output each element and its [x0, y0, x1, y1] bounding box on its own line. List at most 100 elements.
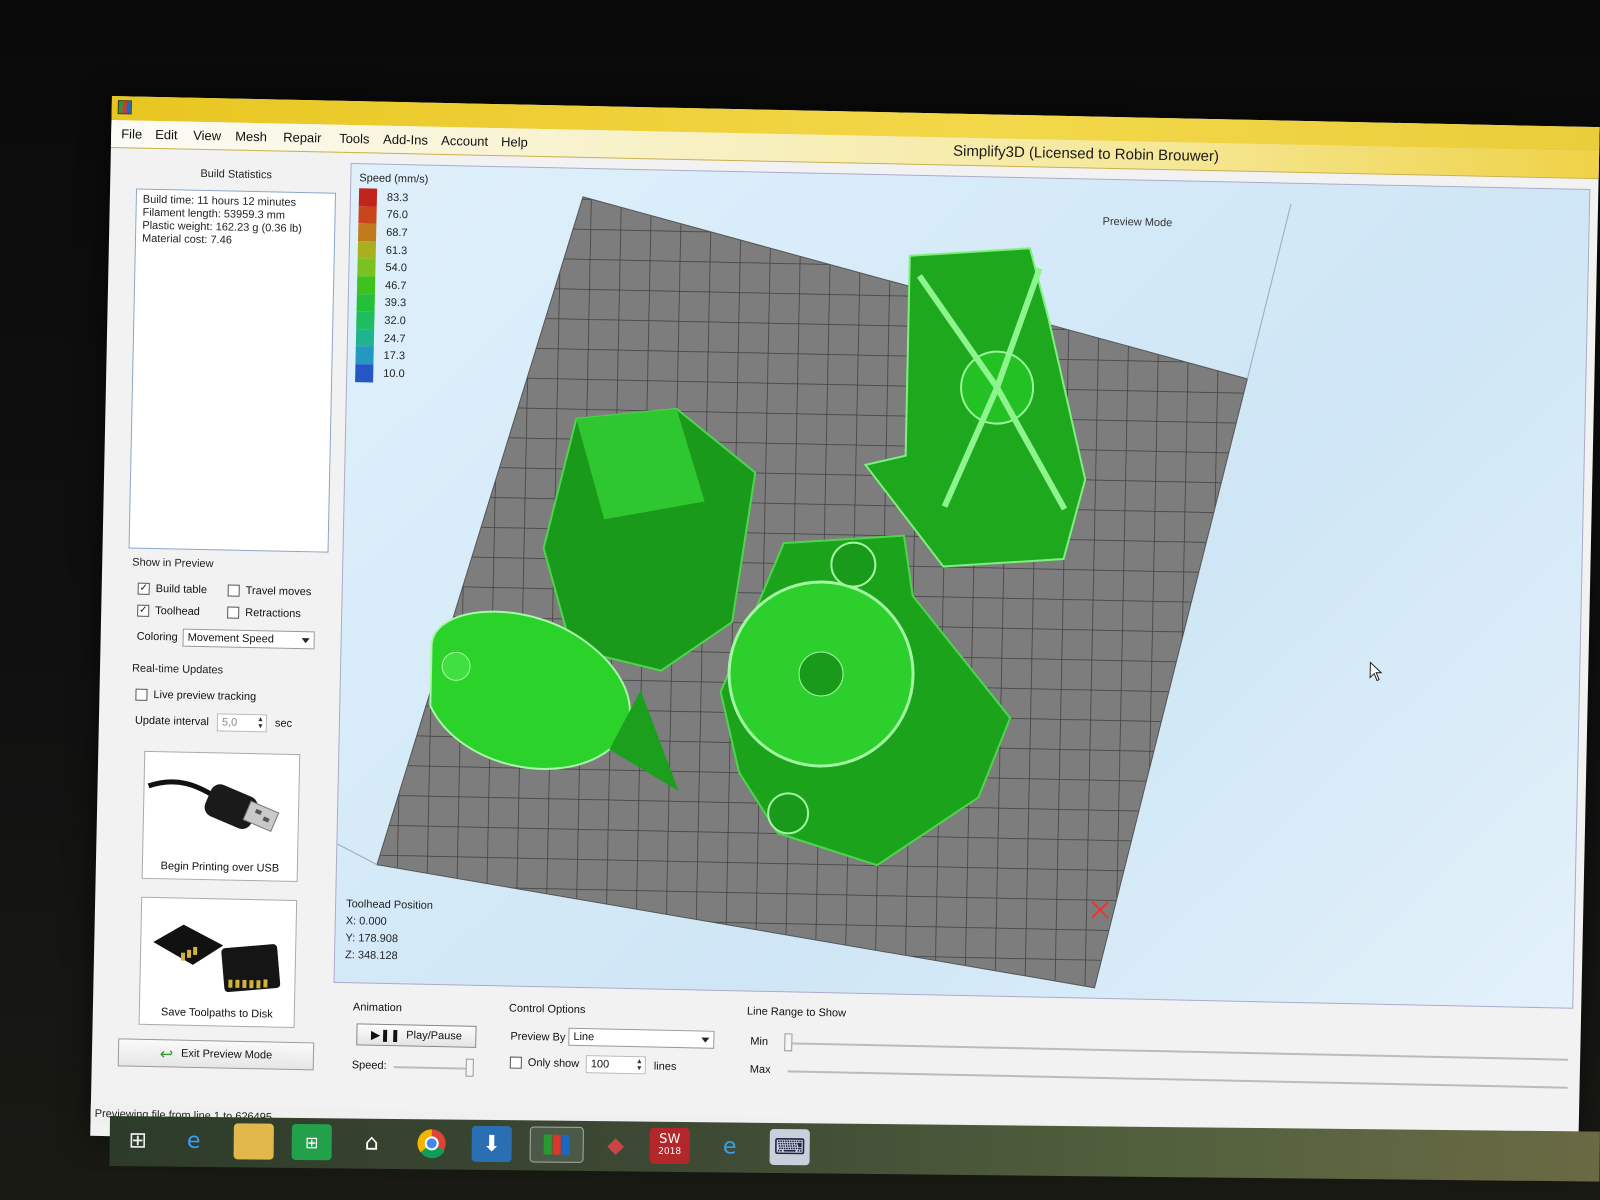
simplify3d-icon[interactable]	[529, 1126, 584, 1163]
save-toolpaths-button[interactable]: Save Toolpaths to Disk	[138, 896, 298, 1029]
preview-mode-label: Preview Mode	[1102, 215, 1173, 230]
only-show-unit: lines	[653, 1060, 677, 1074]
coloring-select[interactable]: Movement Speed	[182, 628, 315, 650]
only-show-checkbox[interactable]: Only show	[509, 1056, 580, 1070]
legend-row: 24.7	[355, 328, 425, 348]
line-range-min-label: Min	[750, 1035, 769, 1048]
solidworks-sw-text: SW	[659, 1131, 681, 1147]
menu-edit[interactable]: Edit	[155, 127, 178, 142]
line-range-max-track[interactable]	[787, 1070, 1568, 1089]
animation-title: Animation	[352, 1001, 403, 1015]
retractions-label: Retractions	[245, 606, 301, 621]
legend-value: 61.3	[385, 244, 408, 257]
legend-row: 32.0	[356, 311, 425, 330]
update-interval-value: 5,0	[221, 716, 238, 729]
play-pause-icon: ▶❚❚	[370, 1027, 401, 1043]
only-show-label: Only show	[527, 1056, 580, 1070]
legend-swatch	[357, 258, 376, 277]
x-axis-marker	[1091, 901, 1110, 919]
save-toolpaths-label: Save Toolpaths to Disk	[160, 1006, 273, 1021]
keyboard-app-icon[interactable]: ⌨	[769, 1128, 810, 1166]
checkbox-checked-icon: ✓	[137, 582, 150, 595]
update-interval-unit: sec	[274, 717, 293, 730]
preview-by-select[interactable]: Line	[568, 1027, 715, 1049]
update-interval-input[interactable]: 5,0 ▲ ▼	[216, 713, 268, 733]
speed-label: Speed:	[351, 1059, 387, 1072]
toolhead-checkbox[interactable]: ✓ Toolhead	[137, 604, 200, 618]
menu-repair[interactable]: Repair	[283, 130, 322, 146]
play-pause-button[interactable]: ▶❚❚ Play/Pause	[356, 1023, 477, 1048]
file-explorer-icon[interactable]	[233, 1123, 274, 1160]
menu-help[interactable]: Help	[501, 134, 528, 150]
sidebar: Build Statistics Build time: 11 hours 12…	[100, 152, 341, 1076]
legend-value: 10.0	[383, 367, 405, 380]
home-icon[interactable]: ⌂	[352, 1125, 392, 1161]
menu-tools[interactable]: Tools	[339, 131, 370, 147]
checkbox-unchecked-icon	[509, 1056, 522, 1069]
menu-file[interactable]: File	[121, 126, 142, 141]
build-table-label: Build table	[155, 583, 208, 597]
line-range-min-thumb[interactable]	[784, 1033, 793, 1052]
chevron-down-icon	[301, 638, 310, 644]
spinner-arrows-icon[interactable]: ▲ ▼	[636, 1058, 643, 1072]
legend-row: 68.7	[358, 223, 427, 242]
spinner-arrows-icon[interactable]: ▲ ▼	[257, 716, 264, 730]
line-range-title: Line Range to Show	[746, 1005, 847, 1020]
legend-title: Speed (mm/s)	[359, 172, 429, 186]
legend-swatch	[355, 346, 374, 365]
line-range-min-track[interactable]	[788, 1042, 1569, 1061]
legend-swatch	[358, 223, 377, 242]
solidworks-icon[interactable]: SW 2018	[649, 1127, 690, 1165]
simplify3d-app-icon	[117, 100, 132, 115]
legend-value: 83.3	[386, 191, 409, 205]
coloring-value: Movement Speed	[187, 631, 274, 646]
exit-preview-label: Exit Preview Mode	[180, 1047, 273, 1062]
checkbox-unchecked-icon	[227, 584, 240, 597]
legend-swatch	[355, 328, 375, 347]
menu-account[interactable]: Account	[441, 133, 488, 149]
live-preview-tracking-checkbox[interactable]: Live preview tracking	[135, 688, 256, 703]
menu-mesh[interactable]: Mesh	[235, 129, 267, 145]
internet-explorer-icon[interactable]: e	[174, 1123, 214, 1159]
speed-slider-track[interactable]	[393, 1066, 472, 1070]
update-interval-label: Update interval	[134, 714, 210, 729]
exit-preview-button[interactable]: ↩ Exit Preview Mode	[117, 1038, 315, 1071]
back-arrow-icon: ↩	[159, 1043, 174, 1063]
legend-swatch	[356, 311, 375, 330]
legend-row: 76.0	[358, 205, 427, 225]
legend-swatch	[356, 276, 376, 295]
toolhead-position-title: Toolhead Position	[346, 898, 434, 912]
preview-viewport[interactable]: X Speed (mm/s) 83.376.068.761.354.046.73…	[333, 163, 1591, 1009]
build-table-checkbox[interactable]: ✓ Build table	[137, 582, 208, 597]
cube-app-icon[interactable]: ◆	[596, 1127, 636, 1163]
travel-moves-checkbox[interactable]: Travel moves	[227, 584, 311, 598]
realtime-updates-title: Real-time Updates	[131, 662, 224, 677]
legend-row: 46.7	[356, 276, 426, 295]
legend-swatch	[357, 240, 377, 259]
legend-value: 68.7	[386, 226, 408, 240]
legend-value: 32.0	[384, 314, 406, 328]
only-show-input[interactable]: 100 ▲ ▼	[585, 1055, 647, 1075]
store-icon[interactable]: ⊞	[291, 1123, 332, 1161]
line-range-max-label: Max	[749, 1063, 771, 1077]
control-options-title: Control Options	[508, 1002, 586, 1017]
legend-value: 76.0	[386, 209, 409, 222]
chrome-icon[interactable]	[412, 1125, 452, 1161]
coloring-label: Coloring	[136, 630, 178, 644]
speed-slider-thumb[interactable]	[465, 1058, 474, 1077]
build-statistics-box: Build time: 11 hours 12 minutes Filament…	[128, 188, 337, 553]
begin-printing-usb-button[interactable]: Begin Printing over USB	[141, 750, 301, 883]
legend-value: 39.3	[384, 297, 407, 310]
edge-icon[interactable]: e	[710, 1128, 750, 1164]
legend-swatch	[356, 293, 375, 312]
legend-value: 46.7	[384, 279, 407, 292]
windows-start-icon[interactable]: ⊞	[118, 1122, 158, 1158]
speed-legend: Speed (mm/s) 83.3 76.0 68.7 61.3 54.0 46.7 39.…	[355, 172, 429, 383]
filezilla-icon[interactable]: ⬇	[471, 1125, 512, 1163]
legend-row: 17.3	[355, 346, 424, 366]
retractions-checkbox[interactable]: Retractions	[227, 606, 301, 621]
menu-view[interactable]: View	[193, 128, 221, 144]
usb-cable-icon	[147, 779, 280, 833]
checkbox-unchecked-icon	[135, 688, 148, 701]
menu-add-ins[interactable]: Add-Ins	[383, 132, 428, 148]
